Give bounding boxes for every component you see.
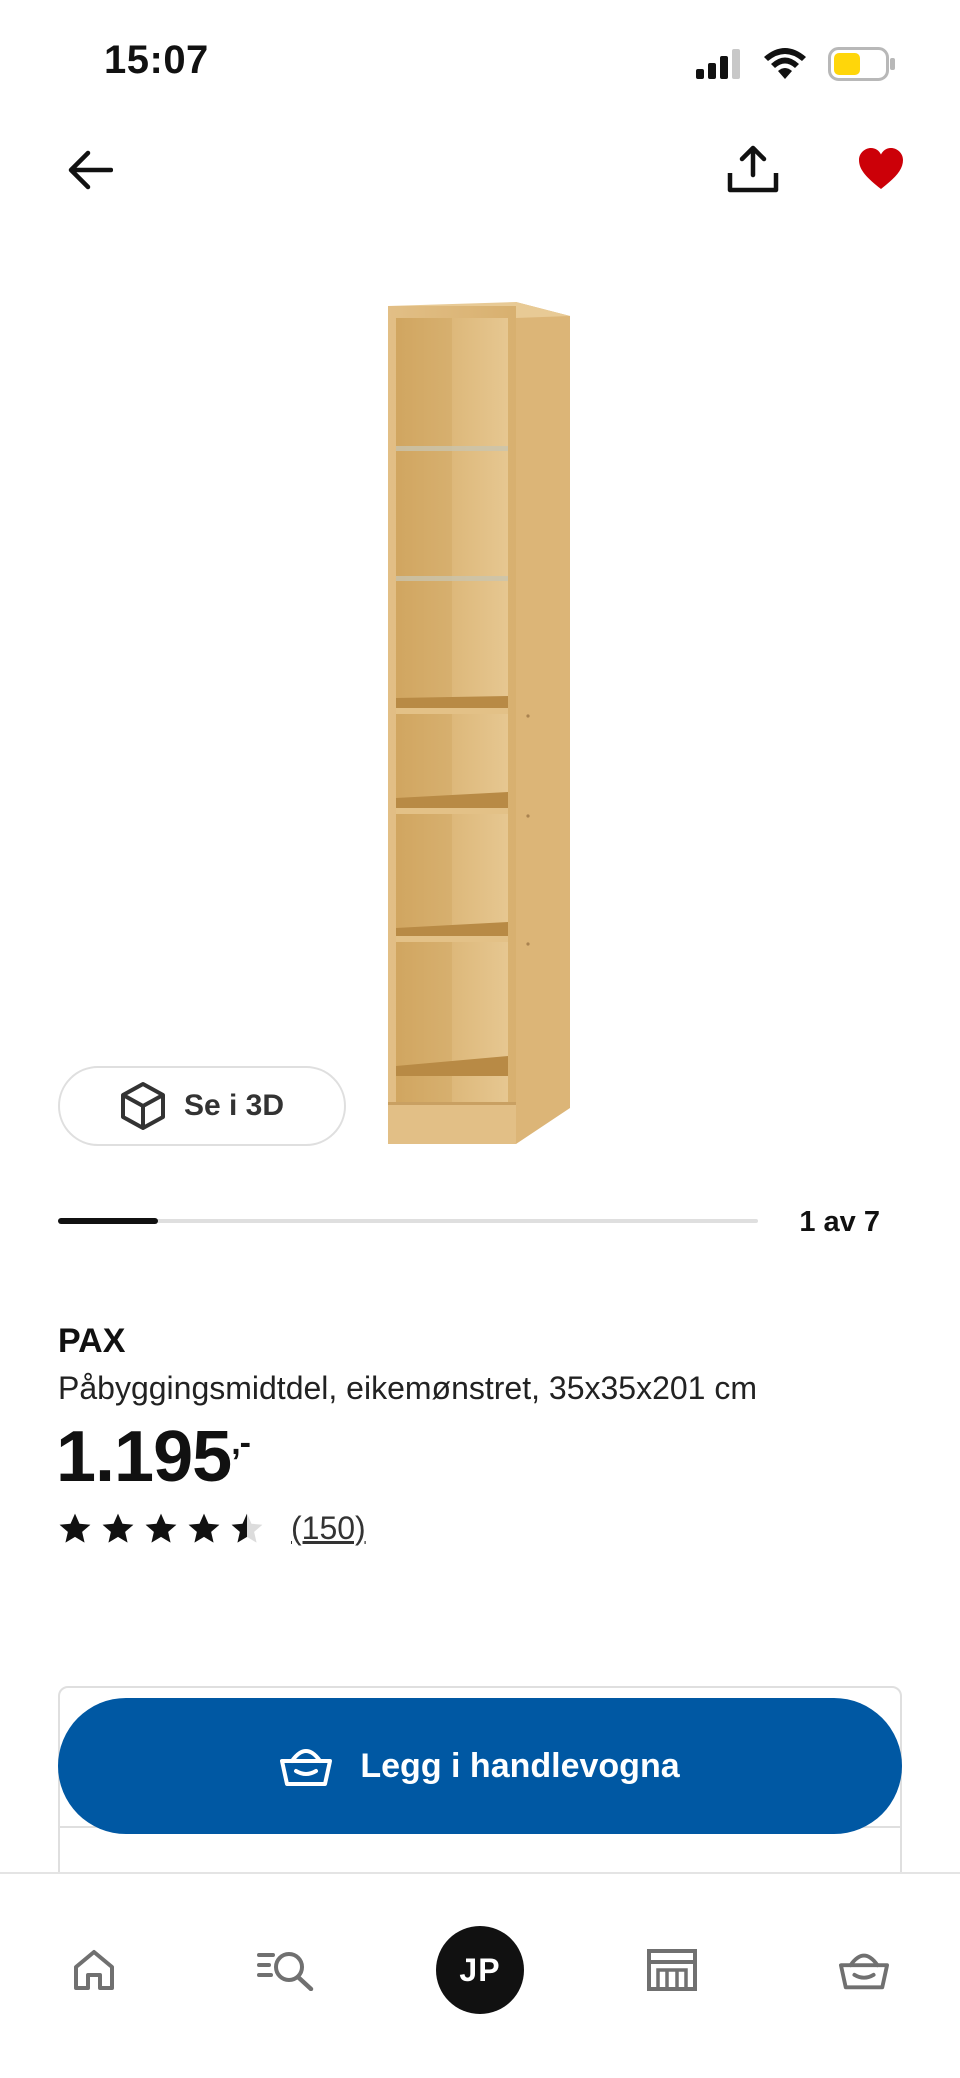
gallery-progress-bar	[58, 1218, 758, 1224]
gallery-position-label: 1 av 7	[799, 1206, 880, 1238]
rating-star-icon	[231, 1513, 263, 1543]
rating-star-icon	[102, 1513, 134, 1543]
share-button[interactable]	[722, 138, 784, 200]
product-description: Påbyggingsmidtdel, eikemønstret, 35x35x2…	[58, 1370, 758, 1406]
bottom-tab-bar: JP	[0, 1872, 960, 2078]
battery-icon	[828, 47, 895, 81]
price-main: 1.195	[56, 1417, 232, 1497]
signal-icon	[696, 49, 740, 79]
view-3d-label: Se i 3D	[183, 1089, 285, 1122]
rating-count-link[interactable]: (150)	[291, 1510, 366, 1547]
store-icon	[647, 1949, 697, 1991]
back-button[interactable]	[60, 140, 120, 200]
status-time: 15:07	[104, 38, 209, 82]
gallery-progress-fill	[58, 1218, 158, 1224]
favorite-button[interactable]	[852, 140, 910, 198]
add-to-cart-button[interactable]: Legg i handlevogna	[58, 1698, 902, 1834]
tab-search[interactable]	[238, 1922, 334, 2018]
profile-avatar: JP	[436, 1926, 524, 2014]
tab-home[interactable]	[46, 1922, 142, 2018]
basket-icon	[280, 1749, 333, 1786]
tab-profile[interactable]: JP	[432, 1922, 528, 2018]
product-brand: PAX	[58, 1322, 126, 1360]
cube-3d-icon	[120, 1082, 165, 1130]
add-to-cart-label: Legg i handlevogna	[360, 1746, 680, 1785]
share-icon	[727, 145, 779, 193]
tab-stores[interactable]	[624, 1922, 720, 2018]
rating-stars	[58, 1512, 264, 1544]
wifi-icon	[764, 48, 806, 79]
arrow-left-icon	[68, 150, 113, 190]
search-list-icon	[257, 1952, 314, 1991]
rating-star-icon	[145, 1513, 177, 1543]
product-rating[interactable]: (150)	[58, 1508, 366, 1548]
product-image[interactable]	[380, 296, 580, 1150]
status-icons	[696, 44, 896, 84]
rating-star-icon	[59, 1513, 91, 1543]
view-3d-button[interactable]: Se i 3D	[58, 1066, 346, 1146]
rating-star-icon	[188, 1513, 220, 1543]
basket-icon	[839, 1953, 889, 1990]
heart-filled-icon	[859, 148, 903, 189]
tab-cart[interactable]	[816, 1922, 912, 2018]
price-suffix: ,-	[231, 1424, 251, 1462]
home-icon	[74, 1950, 114, 1990]
product-price: 1.195 ,-	[56, 1416, 251, 1498]
